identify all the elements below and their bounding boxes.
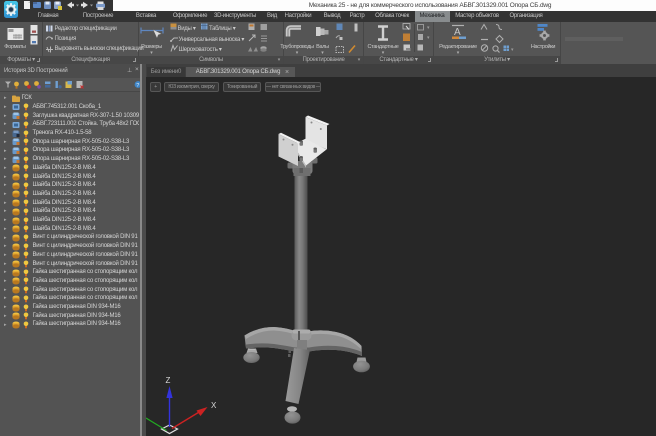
svg-text:▾: ▾ — [511, 47, 514, 53]
svg-text:X: X — [211, 401, 217, 410]
svg-text:▾: ▾ — [427, 25, 430, 31]
svg-text:?: ? — [136, 83, 139, 89]
svg-text:А: А — [454, 27, 461, 38]
svg-text:▾: ▾ — [427, 35, 430, 41]
svg-text:Z: Z — [166, 376, 171, 385]
